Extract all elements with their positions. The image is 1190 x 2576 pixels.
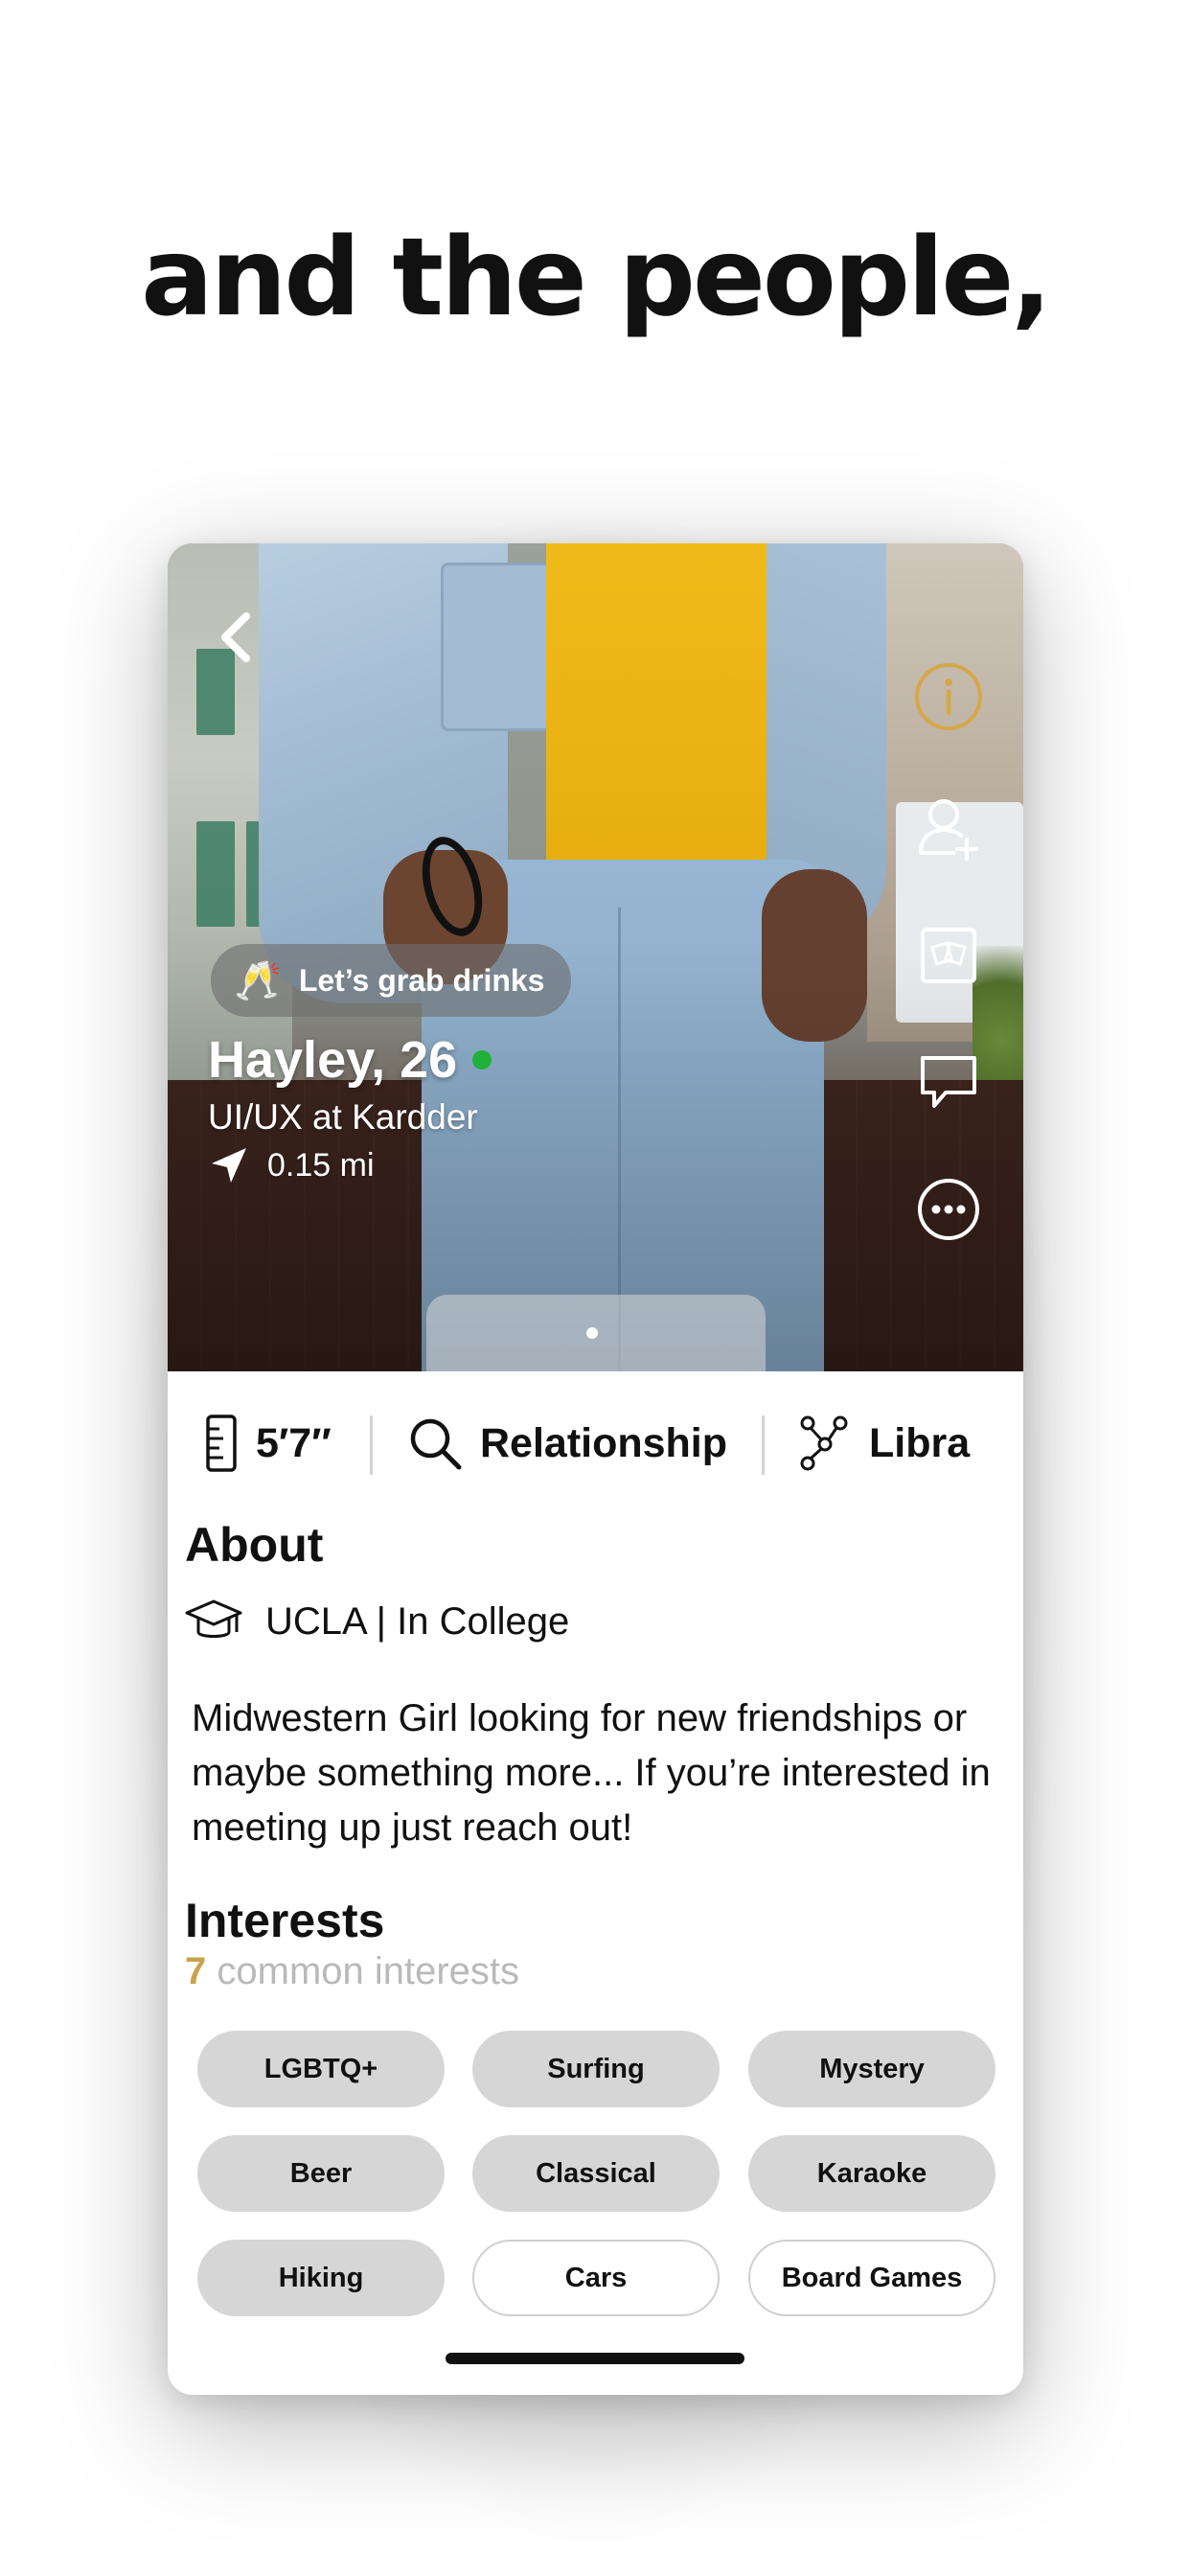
- more-options-icon: [918, 1179, 979, 1240]
- shirt: [546, 543, 767, 874]
- champagne-icon: 🥂: [234, 958, 282, 1003]
- profile-name-age: Hayley, 26: [208, 1031, 458, 1089]
- about-title: About: [185, 1518, 324, 1572]
- home-indicator: [446, 2353, 744, 2364]
- message-button[interactable]: [910, 1044, 987, 1120]
- more-options-button[interactable]: [910, 1171, 987, 1248]
- chevron-left-icon: [221, 612, 250, 662]
- ruler-icon: [206, 1414, 237, 1472]
- common-interests-label: common interests: [217, 1950, 520, 1992]
- common-interests-line: 7 common interests: [185, 1950, 519, 1993]
- interest-chip[interactable]: Classical: [472, 2135, 720, 2212]
- school-line: UCLA | In College: [185, 1598, 569, 1645]
- interest-chip[interactable]: LGBTQ+: [197, 2031, 445, 2107]
- name-line: Hayley, 26: [208, 1030, 492, 1090]
- stat-divider: [762, 1415, 765, 1475]
- add-friend-button[interactable]: [910, 791, 987, 867]
- school-text: UCLA | In College: [265, 1599, 570, 1643]
- interest-chip[interactable]: Surfing: [472, 2031, 720, 2107]
- search-icon: [410, 1418, 462, 1470]
- profile-job: UI/UX at Kardder: [208, 1097, 478, 1137]
- interest-chip[interactable]: Mystery: [748, 2031, 995, 2107]
- promo-pill[interactable]: 🥂 Let’s grab drinks: [211, 944, 572, 1017]
- interests-title: Interests: [185, 1894, 385, 1947]
- profile-distance: 0.15 mi: [267, 1146, 375, 1184]
- zodiac-value: Libra: [869, 1419, 971, 1466]
- add-user-icon: [919, 799, 978, 861]
- cheers-glass-icon: [921, 928, 976, 983]
- interest-chip[interactable]: Beer: [197, 2135, 445, 2212]
- location-arrow-icon: [212, 1148, 246, 1183]
- profile-stats: 5′7″ Relationship Libra: [168, 1371, 1023, 1515]
- stat-zodiac: Libra: [798, 1410, 970, 1477]
- common-interests-count: 7: [185, 1950, 207, 1992]
- headline: and the people,: [141, 216, 1052, 340]
- photo-pager[interactable]: [426, 1295, 766, 1371]
- drinks-button[interactable]: [910, 917, 987, 994]
- interest-chip[interactable]: Karaoke: [748, 2135, 995, 2212]
- height-value: 5′7″: [256, 1419, 332, 1466]
- promo-text: Let’s grab drinks: [298, 962, 545, 998]
- stat-height: 5′7″: [204, 1410, 332, 1477]
- interest-chip[interactable]: Cars: [472, 2240, 720, 2316]
- stat-looking-for: Relationship: [407, 1410, 727, 1477]
- back-button[interactable]: [206, 609, 263, 666]
- pager-dot-active: [586, 1327, 598, 1339]
- profile-card: 🥂 Let’s grab drinks Hayley, 26 UI/UX at …: [168, 543, 1023, 2395]
- profile-photo[interactable]: 🥂 Let’s grab drinks Hayley, 26 UI/UX at …: [168, 543, 1023, 1371]
- stat-divider: [370, 1415, 373, 1475]
- bio-text: Midwestern Girl looking for new friendsh…: [192, 1697, 991, 1849]
- online-status-dot: [472, 1050, 492, 1070]
- chat-bubble-icon: [921, 1056, 976, 1108]
- distance-line: 0.15 mi: [208, 1144, 375, 1186]
- info-icon: [915, 663, 982, 730]
- info-button[interactable]: [910, 658, 987, 735]
- interest-chip[interactable]: Hiking: [197, 2240, 445, 2316]
- graduation-cap-icon: [185, 1599, 242, 1638]
- constellation-icon: [800, 1415, 848, 1471]
- interest-chip[interactable]: Board Games: [748, 2240, 995, 2316]
- looking-for-value: Relationship: [480, 1419, 728, 1466]
